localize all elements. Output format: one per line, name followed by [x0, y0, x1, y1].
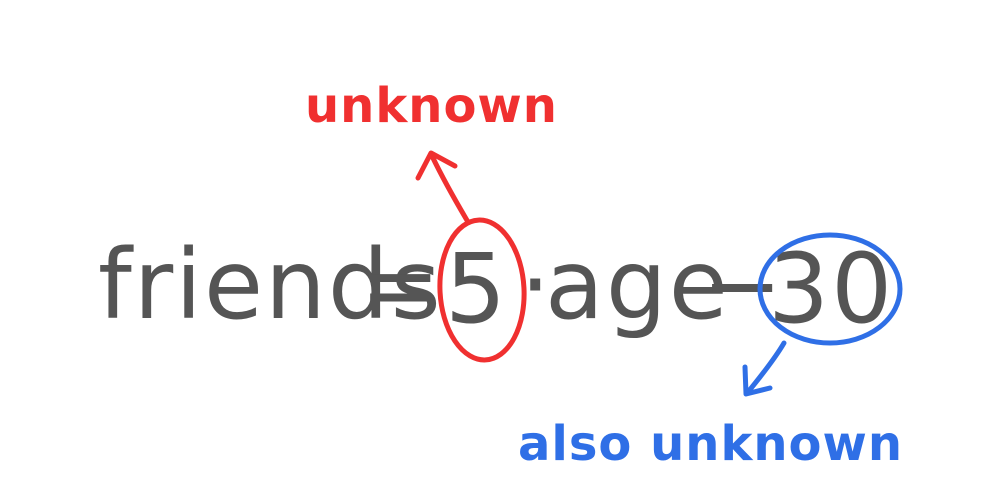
top-annotation-arrow [415, 150, 471, 225]
equation-coefficient: 5 [445, 233, 508, 345]
bottom-annotation-arrow [742, 340, 787, 397]
whiteboard-canvas: unknown friends = 5 · age − 30 also unkn… [98, 78, 903, 472]
bottom-annotation-label: also unknown [518, 416, 903, 472]
top-annotation-label: unknown [305, 78, 558, 134]
equation-equals: = [360, 229, 442, 341]
